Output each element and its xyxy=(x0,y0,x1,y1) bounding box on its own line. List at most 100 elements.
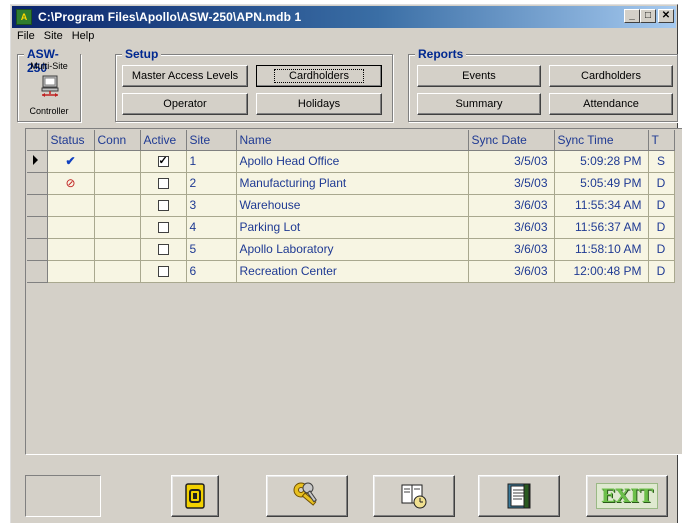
current-row-pointer-icon xyxy=(33,155,38,165)
setup-cardholders-label: Cardholders xyxy=(274,69,364,83)
row-selector[interactable] xyxy=(27,216,48,239)
operator-button[interactable]: Operator xyxy=(122,93,248,115)
t-cell: D xyxy=(648,194,675,217)
close-button[interactable]: ✕ xyxy=(658,9,674,23)
reports-label: Reports xyxy=(415,47,467,61)
table-row[interactable]: 5 Apollo Laboratory 3/6/03 11:58:10 AM D xyxy=(27,238,675,261)
menu-bar: File Site Help xyxy=(13,30,94,46)
t-cell: D xyxy=(648,172,675,195)
name-cell: Apollo Laboratory xyxy=(236,238,469,261)
status-check-icon: ✔ xyxy=(47,150,95,173)
row-selector[interactable] xyxy=(27,238,48,261)
title-bar: A C:\Program Files\Apollo\ASW-250\APN.md… xyxy=(12,6,676,28)
active-checkbox[interactable] xyxy=(157,200,169,212)
menu-file[interactable]: File xyxy=(17,30,35,46)
exit-button[interactable]: EXIT xyxy=(586,475,668,517)
sync-date-cell: 3/6/03 xyxy=(468,216,555,239)
asw-footer: Controller xyxy=(29,106,69,116)
conn-cell xyxy=(94,260,141,283)
sync-date-cell: 3/6/03 xyxy=(468,194,555,217)
sync-date-cell: 3/5/03 xyxy=(468,150,555,173)
window-title: C:\Program Files\Apollo\ASW-250\APN.mdb … xyxy=(38,10,302,24)
report-book-button[interactable] xyxy=(478,475,560,517)
sync-time-cell: 5:09:28 PM xyxy=(554,150,649,173)
exit-icon: EXIT xyxy=(595,483,659,509)
summary-button[interactable]: Summary xyxy=(417,93,541,115)
setup-group: Setup Master Access Levels Cardholders O… xyxy=(115,47,393,122)
keys-icon xyxy=(293,482,318,506)
site-cell: 2 xyxy=(186,172,237,195)
maximize-button[interactable]: □ xyxy=(640,9,656,23)
col-status[interactable]: Status xyxy=(47,130,95,151)
row-selector[interactable] xyxy=(27,194,48,217)
table-row[interactable]: 4 Parking Lot 3/6/03 11:56:37 AM D xyxy=(27,216,675,239)
active-checkbox[interactable] xyxy=(157,222,169,234)
holidays-button[interactable]: Holidays xyxy=(256,93,382,115)
row-selector[interactable] xyxy=(27,172,48,195)
reports-group: Reports Events Cardholders Summary Atten… xyxy=(408,47,678,122)
keys-button[interactable] xyxy=(266,475,348,517)
attendance-button[interactable]: Attendance xyxy=(549,93,673,115)
active-cell[interactable] xyxy=(140,150,187,173)
minimize-button[interactable]: _ xyxy=(624,9,640,23)
table-row[interactable]: ⊘ 2 Manufacturing Plant 3/5/03 5:05:49 P… xyxy=(27,172,675,195)
name-cell: Recreation Center xyxy=(236,260,469,283)
col-conn[interactable]: Conn xyxy=(94,130,141,151)
active-cell[interactable] xyxy=(140,216,187,239)
status-cell xyxy=(47,216,95,239)
table-row[interactable]: 3 Warehouse 3/6/03 11:55:34 AM D xyxy=(27,194,675,217)
t-cell: S xyxy=(648,150,675,173)
col-active[interactable]: Active xyxy=(140,130,187,151)
table-row[interactable]: 6 Recreation Center 3/6/03 12:00:48 PM D xyxy=(27,260,675,283)
sync-date-cell: 3/6/03 xyxy=(468,260,555,283)
status-cell xyxy=(47,194,95,217)
site-cell: 5 xyxy=(186,238,237,261)
controller-icon[interactable] xyxy=(40,75,60,99)
sites-grid[interactable]: Status Conn Active Site Name Sync Date S… xyxy=(25,128,682,455)
row-selector[interactable] xyxy=(27,150,48,173)
sync-date-cell: 3/6/03 xyxy=(468,238,555,261)
setup-cardholders-button[interactable]: Cardholders xyxy=(256,65,382,87)
reports-cardholders-button[interactable]: Cardholders xyxy=(549,65,673,87)
asw-group: ASW-250 Multi-Site Controller xyxy=(17,47,81,122)
active-checkbox[interactable] xyxy=(157,244,169,256)
name-cell: Apollo Head Office xyxy=(236,150,469,173)
row-header-corner xyxy=(27,130,48,151)
active-checkbox[interactable] xyxy=(157,178,169,190)
master-access-levels-button[interactable]: Master Access Levels xyxy=(122,65,248,87)
active-checkbox[interactable] xyxy=(157,266,169,278)
site-cell: 6 xyxy=(186,260,237,283)
cards-button[interactable] xyxy=(171,475,219,517)
conn-cell xyxy=(94,150,141,173)
t-cell: D xyxy=(648,216,675,239)
conn-cell xyxy=(94,238,141,261)
col-name[interactable]: Name xyxy=(236,130,469,151)
col-site[interactable]: Site xyxy=(186,130,237,151)
col-t[interactable]: T xyxy=(648,130,675,151)
col-sync-date[interactable]: Sync Date xyxy=(468,130,555,151)
active-cell[interactable] xyxy=(140,194,187,217)
setup-label: Setup xyxy=(122,47,162,61)
active-cell[interactable] xyxy=(140,172,187,195)
table-row[interactable]: ✔ 1 Apollo Head Office 3/5/03 5:09:28 PM… xyxy=(27,150,675,173)
name-cell: Parking Lot xyxy=(236,216,469,239)
clock-book-icon xyxy=(401,484,427,509)
menu-site[interactable]: Site xyxy=(44,30,63,46)
card-icon xyxy=(185,483,205,509)
attendance-clock-button[interactable] xyxy=(373,475,455,517)
sync-time-cell: 5:05:49 PM xyxy=(554,172,649,195)
menu-help[interactable]: Help xyxy=(72,30,95,46)
site-cell: 3 xyxy=(186,194,237,217)
status-cell xyxy=(47,260,95,283)
events-button[interactable]: Events xyxy=(417,65,541,87)
conn-cell xyxy=(94,216,141,239)
header-row: Status Conn Active Site Name Sync Date S… xyxy=(27,130,675,151)
conn-cell xyxy=(94,194,141,217)
active-cell[interactable] xyxy=(140,260,187,283)
status-blocked-icon: ⊘ xyxy=(47,172,95,195)
row-selector[interactable] xyxy=(27,260,48,283)
col-sync-time[interactable]: Sync Time xyxy=(554,130,649,151)
active-checkbox[interactable] xyxy=(157,154,169,168)
site-cell: 4 xyxy=(186,216,237,239)
active-cell[interactable] xyxy=(140,238,187,261)
